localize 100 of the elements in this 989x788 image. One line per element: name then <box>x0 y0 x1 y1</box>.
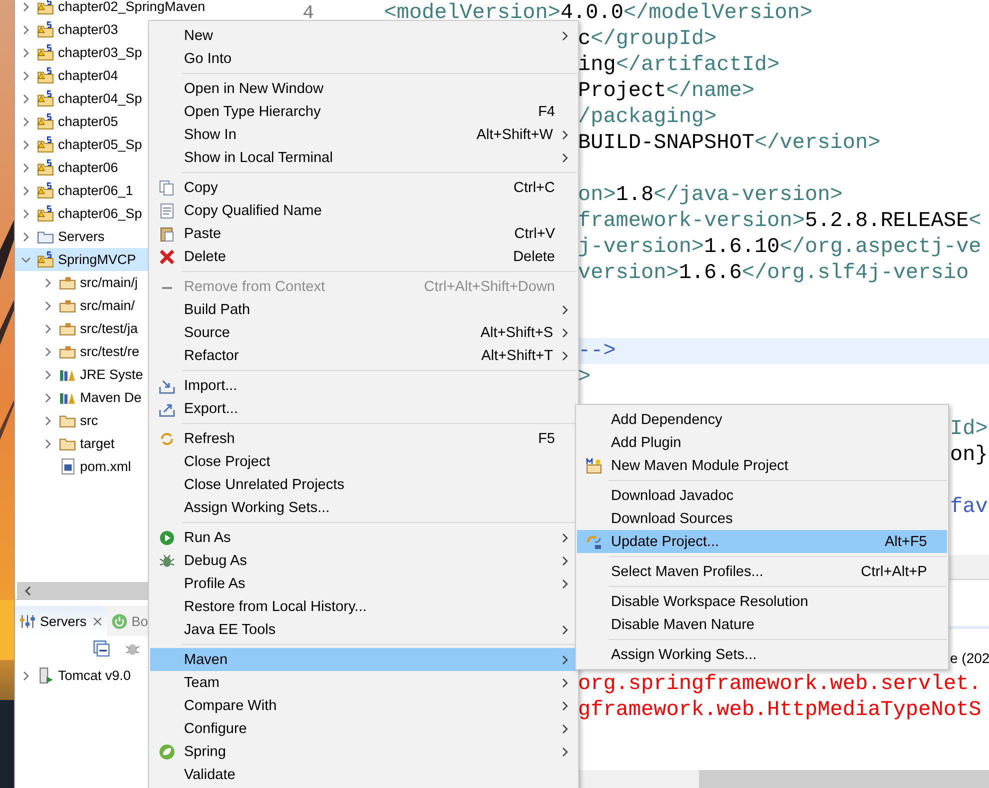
menu-item[interactable]: Show in Local Terminal <box>150 146 577 169</box>
code-line: fav <box>950 496 988 518</box>
menu-item[interactable]: Show In Alt+Shift+W <box>150 123 577 146</box>
package-folder-icon <box>59 274 76 291</box>
menu-item[interactable]: Import... <box>150 374 577 397</box>
menu-item[interactable]: Select Maven Profiles... Ctrl+Alt+P <box>577 560 947 583</box>
shortcut-label: Ctrl+Alt+P <box>860 564 927 580</box>
collapse-all-icon[interactable] <box>93 640 110 657</box>
package-folder-icon <box>59 297 76 314</box>
menu-item[interactable]: Copy Ctrl+C <box>150 176 577 199</box>
menu-item[interactable]: Open in New Window <box>150 77 577 100</box>
code-line: Project</name> <box>578 80 754 102</box>
menu-item[interactable]: Download Sources <box>577 507 947 530</box>
code-line: > <box>578 366 591 388</box>
shortcut-label: Alt+F5 <box>884 534 927 550</box>
console-line: org.springframework.web.servlet. <box>578 672 982 696</box>
project-folder-icon <box>37 21 54 38</box>
code-line: BUILD-SNAPSHOT</version> <box>578 132 880 154</box>
project-folder-icon <box>37 136 54 153</box>
menu-item[interactable]: Download Javadoc <box>577 484 947 507</box>
line-number: 4 <box>302 2 314 24</box>
document-icon <box>159 202 175 218</box>
code-line: framework-version>5.2.8.RELEASE< <box>578 210 982 232</box>
code-line: <modelVersion>4.0.0</modelVersion> <box>384 2 812 24</box>
power-icon <box>110 612 128 630</box>
project-folder-icon <box>37 90 54 107</box>
run-icon <box>159 530 175 546</box>
project-folder-icon <box>37 182 54 199</box>
menu-item[interactable]: Assign Working Sets... <box>150 496 577 519</box>
menu-item[interactable]: Add Plugin <box>577 431 947 454</box>
console-line: gframework.web.HttpMediaTypeNotS <box>578 698 982 722</box>
menu-item[interactable]: Run As <box>150 526 577 549</box>
menu-item[interactable]: Debug As <box>150 549 577 572</box>
menu-item[interactable]: Close Unrelated Projects <box>150 473 577 496</box>
shortcut-label: Ctrl+V <box>514 226 555 242</box>
close-icon[interactable] <box>92 616 102 626</box>
code-line: /packaging> <box>578 106 717 128</box>
menu-item[interactable]: Team <box>150 671 577 694</box>
shortcut-label: F4 <box>538 104 555 120</box>
menu-item[interactable]: New <box>150 24 577 47</box>
refresh-icon <box>159 430 175 446</box>
menu-item[interactable]: Disable Workspace Resolution <box>577 590 947 613</box>
menu-item[interactable]: Update Project... Alt+F5 <box>577 530 947 553</box>
menu-item[interactable]: Copy Qualified Name <box>150 199 577 222</box>
code-line: --> <box>578 340 616 362</box>
menu-item[interactable]: Paste Ctrl+V <box>150 222 577 245</box>
delete-icon <box>159 248 175 264</box>
module-folder-icon <box>586 458 602 474</box>
menu-item[interactable]: Add Dependency <box>577 408 947 431</box>
update-arrows-icon <box>586 534 602 550</box>
project-folder-icon <box>37 67 54 84</box>
project-folder-icon <box>37 44 54 61</box>
tree-item[interactable]: chapter02_SpringMaven <box>15 0 262 18</box>
package-folder-icon <box>59 320 76 337</box>
project-folder-icon <box>37 251 54 268</box>
sliders-icon <box>19 612 36 630</box>
code-line: on>1.8</java-version> <box>578 184 843 206</box>
code-line: j-version>1.6.10</org.aspectj-ve <box>578 236 982 258</box>
project-folder-icon <box>37 205 54 222</box>
menu-item[interactable]: New Maven Module Project <box>577 454 947 477</box>
shortcut-label: F5 <box>538 430 555 446</box>
menu-item[interactable]: Assign Working Sets... <box>577 643 947 666</box>
menu-item[interactable]: Open Type Hierarchy F4 <box>150 100 577 123</box>
menu-item[interactable]: Compare With <box>150 694 577 717</box>
menu-item[interactable]: Disable Maven Nature <box>577 613 947 636</box>
dash-icon <box>162 286 172 288</box>
menu-item[interactable]: Maven <box>150 648 577 671</box>
menu-item[interactable]: Configure <box>150 717 577 740</box>
menu-item[interactable]: Go Into <box>150 47 577 70</box>
project-folder-icon <box>37 159 54 176</box>
code-line: Id> <box>950 418 988 440</box>
shortcut-label: Alt+Shift+S <box>480 324 553 340</box>
view-tab[interactable]: Servers <box>15 606 107 636</box>
project-folder-icon <box>37 0 54 15</box>
code-line: ing</artifactId> <box>578 54 780 76</box>
bug-icon <box>159 552 175 568</box>
menu-item[interactable]: Spring <box>150 740 577 763</box>
menu-item[interactable]: Build Path <box>150 298 577 321</box>
server-icon <box>37 667 54 684</box>
menu-item[interactable]: Export... <box>150 397 577 420</box>
menu-item[interactable]: Validate <box>150 763 577 786</box>
maven-file-icon <box>59 458 76 475</box>
shortcut-label: Ctrl+Alt+Shift+Down <box>424 278 555 294</box>
shortcut-label: Ctrl+C <box>514 180 555 196</box>
code-line: c</groupId> <box>578 28 717 50</box>
code-line: version>1.6.6</org.slf4j-versio <box>578 262 969 284</box>
menu-item[interactable]: Refactor Alt+Shift+T <box>150 344 577 367</box>
project-folder-icon <box>37 113 54 130</box>
shortcut-label: Alt+Shift+T <box>481 348 553 364</box>
scroll-left-icon[interactable] <box>23 586 33 596</box>
menu-item[interactable]: Profile As <box>150 572 577 595</box>
menu-item[interactable]: Close Project <box>150 450 577 473</box>
import-icon <box>159 378 175 394</box>
menu-item[interactable]: Source Alt+Shift+S <box>150 321 577 344</box>
package-folder-icon <box>59 343 76 360</box>
shortcut-label: Delete <box>513 248 555 264</box>
copy-icon <box>159 180 175 196</box>
shortcut-label: Alt+Shift+W <box>476 126 553 142</box>
code-line: on} <box>950 444 988 466</box>
menu-item[interactable]: Refresh F5 <box>150 427 577 450</box>
